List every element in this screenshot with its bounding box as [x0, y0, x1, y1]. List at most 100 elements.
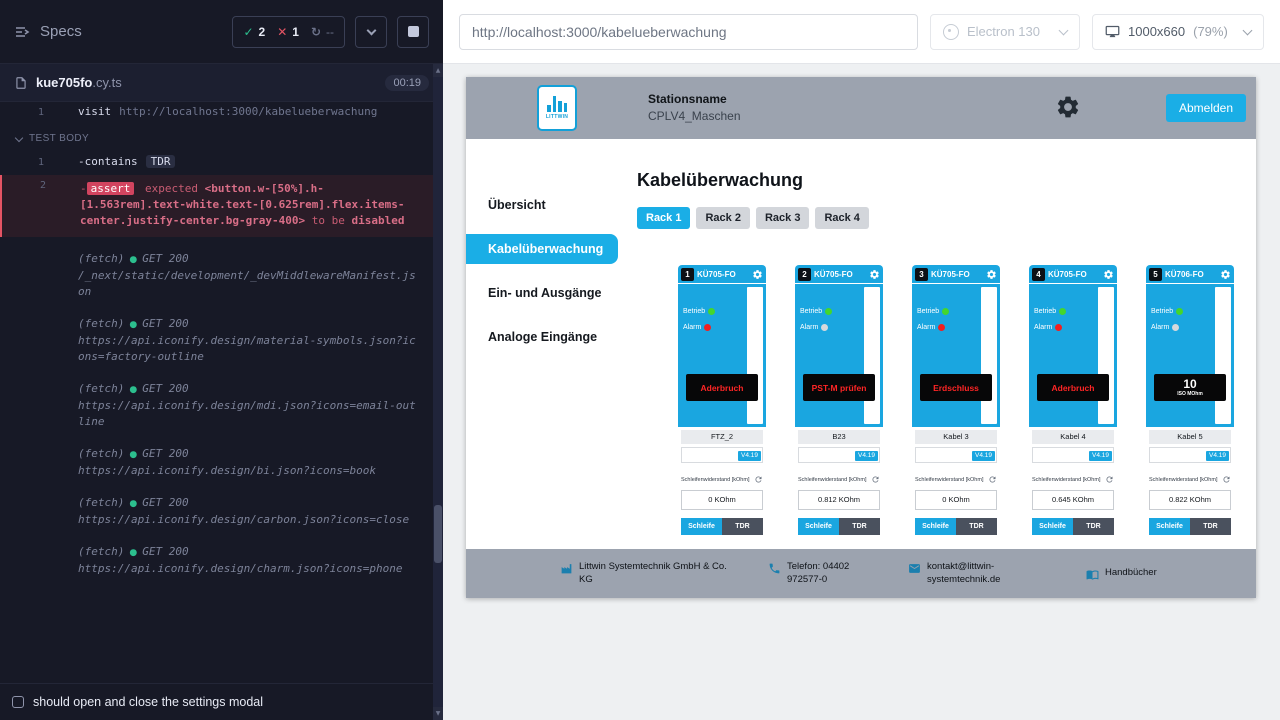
schleife-button[interactable]: Schleife [1032, 518, 1073, 535]
scrollbar-thumb[interactable] [434, 505, 442, 563]
schleife-button[interactable]: Schleife [1149, 518, 1190, 535]
settings-icon[interactable] [869, 269, 880, 280]
success-dot-icon: ● [129, 548, 137, 558]
command-assert-failed[interactable]: 2 -assert expected <button.w-[50%].h-[1.… [0, 175, 433, 237]
refresh-icon[interactable] [871, 475, 880, 484]
fetch-log-entry[interactable]: (fetch)●GET 200 https://api.iconify.desi… [0, 444, 433, 481]
schleife-button[interactable]: Schleife [681, 518, 722, 535]
footer-email[interactable]: kontakt@littwin-systemtechnik.de [908, 561, 1040, 586]
stop-icon [408, 26, 419, 37]
card-header: 1 KÜ705-FO [678, 265, 766, 284]
specs-menu-icon[interactable] [14, 24, 30, 40]
measurement-value: 0 KOhm [681, 490, 763, 510]
sidebar-item-ein-und-ausgaenge[interactable]: Ein- und Ausgänge [466, 278, 618, 308]
card-body: Betrieb Alarm 10 ISO MOhm [1146, 284, 1234, 427]
tdr-button[interactable]: TDR [1073, 518, 1114, 535]
url-input[interactable] [459, 14, 918, 50]
scroll-up-icon[interactable]: ▲ [433, 64, 443, 77]
sidebar-item-uebersicht[interactable]: Übersicht [466, 190, 618, 220]
browser-icon [943, 24, 959, 40]
command-contains[interactable]: 1 -containsTDR [0, 152, 433, 172]
schleife-button[interactable]: Schleife [915, 518, 956, 535]
card-buttons: Schleife TDR [798, 518, 880, 535]
footer-phone[interactable]: Telefon: 04402 972577-0 [768, 561, 882, 586]
settings-icon[interactable] [1220, 269, 1231, 280]
settings-icon[interactable] [752, 269, 763, 280]
success-dot-icon: ● [129, 499, 137, 509]
measurement-row: Schleifenwiderstand [kOhm] [798, 475, 880, 484]
measurement-label: Schleifenwiderstand [kOhm] [1032, 477, 1100, 483]
fetch-url: https://api.iconify.design/mdi.json?icon… [78, 398, 421, 430]
card-number-badge: 4 [1032, 268, 1045, 281]
card-buttons: Schleife TDR [915, 518, 997, 535]
settings-icon[interactable] [1103, 269, 1114, 280]
fetch-label: (fetch) [78, 496, 124, 509]
tdr-button[interactable]: TDR [1190, 518, 1231, 535]
fetch-log-entry[interactable]: (fetch)●GET 200 /_next/static/developmen… [0, 249, 433, 302]
spec-file-icon [14, 76, 28, 90]
settings-icon[interactable] [1055, 94, 1081, 120]
scroll-down-icon[interactable]: ▼ [433, 707, 443, 720]
fetch-log-entry[interactable]: (fetch)●GET 200 https://api.iconify.desi… [0, 379, 433, 432]
level-indicator [981, 287, 997, 424]
betrieb-label: Betrieb [917, 308, 939, 315]
viewport-select[interactable]: 1000x660 (79%) [1092, 14, 1264, 50]
fetch-log-entry[interactable]: (fetch)●GET 200 https://api.iconify.desi… [0, 493, 433, 530]
schleife-button[interactable]: Schleife [798, 518, 839, 535]
sidebar-item-analoge-eingaenge[interactable]: Analoge Eingänge [466, 322, 618, 352]
fetch-log-entry[interactable]: (fetch)●GET 200 https://api.iconify.desi… [0, 314, 433, 367]
measurement-row: Schleifenwiderstand [kOhm] [1032, 475, 1114, 484]
alarm-led [1172, 324, 1179, 331]
refresh-icon[interactable] [1105, 475, 1114, 484]
refresh-icon[interactable] [988, 475, 997, 484]
fetch-log-entry[interactable]: (fetch)●GET 200 https://api.iconify.desi… [0, 542, 433, 579]
test-body-section[interactable]: TEST BODY [0, 122, 433, 152]
card-number-badge: 3 [915, 268, 928, 281]
spec-header[interactable]: kue705fo .cy.ts 00:19 [0, 64, 443, 102]
tab-rack-4[interactable]: Rack 4 [815, 207, 868, 229]
version-badge: V4.19 [972, 451, 995, 461]
specs-label[interactable]: Specs [40, 23, 82, 40]
tab-rack-2[interactable]: Rack 2 [696, 207, 749, 229]
email-icon [908, 562, 921, 575]
refresh-icon[interactable] [1222, 475, 1231, 484]
tdr-button[interactable]: TDR [956, 518, 997, 535]
sidebar-item-kabelueberwachung[interactable]: Kabelüberwachung [466, 234, 618, 264]
tab-rack-1[interactable]: Rack 1 [637, 207, 690, 229]
settings-icon[interactable] [986, 269, 997, 280]
betrieb-row: Betrieb [1034, 308, 1066, 315]
company-name: Littwin Systemtechnik GmbH & Co. KG [579, 561, 742, 586]
betrieb-led [708, 308, 715, 315]
refresh-icon[interactable] [754, 475, 763, 484]
status-badge: Aderbruch [686, 374, 758, 401]
tdr-button[interactable]: TDR [839, 518, 880, 535]
logout-button[interactable]: Abmelden [1166, 94, 1246, 122]
phone-number: Telefon: 04402 972577-0 [787, 561, 882, 586]
card-header: 2 KÜ705-FO [795, 265, 883, 284]
collapse-button[interactable] [355, 16, 387, 48]
alarm-row: Alarm [800, 324, 828, 331]
fetch-url: https://api.iconify.design/material-symb… [78, 333, 421, 365]
passed-count: 2 [259, 25, 266, 39]
success-dot-icon: ● [129, 385, 137, 395]
section-chevron-icon [15, 133, 23, 141]
assert-prefix: - [80, 182, 87, 195]
chevron-down-icon [1059, 25, 1069, 35]
footer-manuals[interactable]: Handbücher [1086, 567, 1157, 581]
alarm-label: Alarm [1151, 324, 1169, 331]
command-log: 1 visithttp://localhost:3000/kabelueberw… [0, 102, 433, 683]
app-under-test: LITTWIN Stationsname CPLV4_Maschen Abmel… [466, 77, 1256, 598]
card-title: KÜ705-FO [1048, 270, 1100, 279]
viewport-icon [1105, 24, 1120, 39]
measurement-row: Schleifenwiderstand [kOhm] [1149, 475, 1231, 484]
status-badge: Aderbruch [1037, 374, 1109, 401]
spec-extension: .cy.ts [92, 75, 121, 90]
tab-rack-3[interactable]: Rack 3 [756, 207, 809, 229]
browser-select[interactable]: Electron 130 [930, 14, 1080, 50]
command-visit[interactable]: 1 visithttp://localhost:3000/kabelueberw… [0, 102, 433, 122]
next-test-row[interactable]: should open and close the settings modal [0, 683, 433, 720]
command-arg: http://localhost:3000/kabelueberwachung [119, 105, 377, 118]
stop-button[interactable] [397, 16, 429, 48]
version-box: V4.19 [681, 447, 763, 463]
tdr-button[interactable]: TDR [722, 518, 763, 535]
